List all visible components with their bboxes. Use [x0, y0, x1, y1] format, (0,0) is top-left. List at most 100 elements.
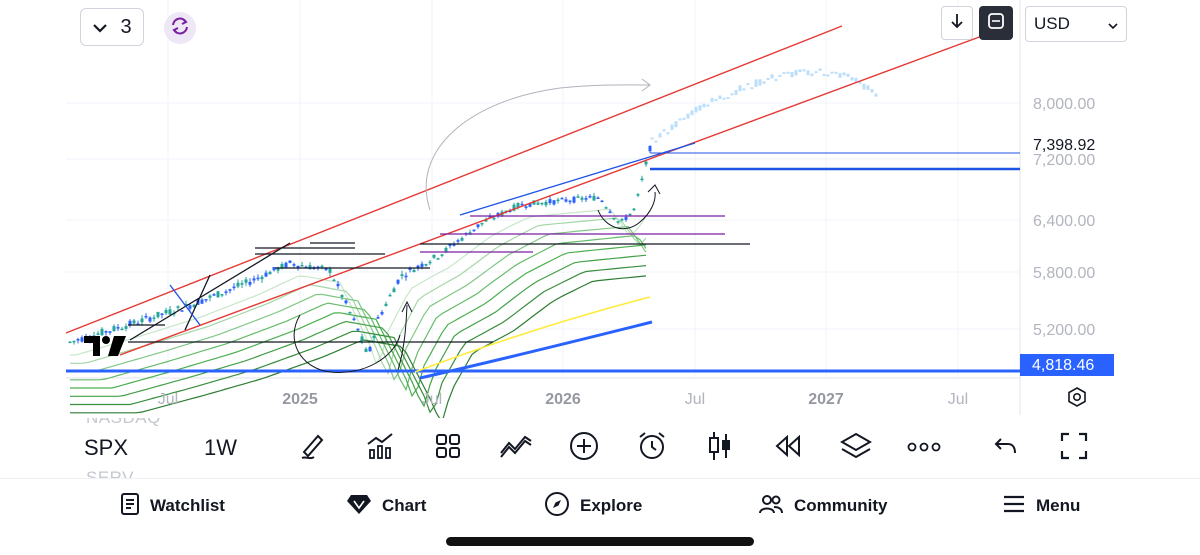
candle-body	[380, 312, 384, 315]
candle-body	[156, 311, 160, 318]
candle-body	[580, 197, 584, 200]
candle-body	[560, 197, 564, 200]
prev-symbol[interactable]: NASDAQ	[86, 418, 161, 428]
nav-watchlist[interactable]: Watchlist	[120, 491, 225, 521]
candle-body	[168, 309, 172, 315]
candle-body	[612, 217, 616, 220]
candle-body	[340, 294, 344, 298]
candle-body	[408, 268, 412, 271]
projection-candle	[794, 69, 798, 76]
compass-icon	[544, 491, 570, 522]
compare-button[interactable]	[498, 430, 534, 466]
symbol-name[interactable]: SPX	[84, 435, 128, 461]
list-icon	[120, 492, 140, 521]
chart-area[interactable]: 5,200.00 5,800.00 6,400.00 7,200.00 8,000.00…	[0, 0, 1200, 420]
candle-body	[424, 264, 428, 266]
nav-explore-label: Explore	[580, 496, 643, 515]
candle-body	[576, 196, 580, 198]
candle-body	[476, 224, 480, 228]
candle-body	[292, 264, 296, 266]
projection-candle	[742, 88, 746, 91]
price-tick-label: 7,200.00	[1033, 152, 1095, 169]
projection-candle	[862, 83, 866, 90]
arrow-down-icon	[950, 12, 964, 35]
nav-menu[interactable]: Menu	[1002, 491, 1080, 521]
candle-body	[392, 288, 396, 293]
chart-type-button[interactable]	[702, 430, 738, 466]
layouts-button[interactable]	[430, 430, 466, 466]
candle-body	[372, 335, 376, 339]
nav-chart[interactable]: Chart	[346, 491, 426, 521]
currency-select[interactable]: USD	[1025, 6, 1127, 42]
alert-button[interactable]	[634, 430, 670, 466]
candle-body	[428, 261, 432, 264]
diamond-icon	[346, 493, 372, 520]
nav-community[interactable]: Community	[758, 491, 888, 521]
projection-candle	[806, 70, 810, 76]
candle-body	[544, 201, 548, 206]
candle-body	[228, 289, 232, 291]
people-icon	[758, 493, 784, 520]
candle-body	[552, 200, 556, 205]
candle-body	[572, 196, 576, 203]
nav-watchlist-label: Watchlist	[150, 496, 225, 515]
layouts-icon	[433, 431, 463, 466]
layer-selector[interactable]: 3	[80, 8, 144, 46]
candle-body	[624, 216, 628, 220]
object-tree-button[interactable]	[838, 430, 874, 466]
sync-button[interactable]	[164, 12, 196, 44]
next-symbol[interactable]: SERV	[86, 468, 134, 478]
candle-body	[556, 199, 560, 202]
compare-icon	[499, 431, 533, 466]
alarm-clock-icon	[636, 430, 668, 467]
candle-body	[252, 278, 256, 281]
scroll-to-latest-button[interactable]	[941, 6, 973, 40]
candle-body	[144, 315, 148, 318]
last-price-label: 7,398.92	[1033, 137, 1095, 154]
projection-candle	[662, 129, 666, 132]
projection-candle	[850, 77, 854, 81]
candle-body	[472, 229, 476, 232]
candle-body	[388, 294, 392, 297]
sync-icon	[169, 15, 191, 42]
nav-community-label: Community	[794, 496, 888, 515]
projection-candle	[694, 106, 698, 113]
candle-body	[320, 265, 324, 268]
candle-body	[264, 272, 268, 277]
price-tick-label: 8,000.00	[1033, 96, 1095, 113]
draw-button[interactable]	[294, 430, 330, 466]
projection-candle	[666, 132, 670, 135]
price-tick-label: 5,200.00	[1033, 322, 1095, 339]
candle-body	[448, 244, 452, 246]
candle-body	[492, 217, 496, 220]
price-chart[interactable]: 5,200.00 5,800.00 6,400.00 7,200.00 8,000.00…	[0, 0, 1200, 420]
projection-candle	[746, 83, 750, 86]
indicators-button[interactable]	[362, 430, 398, 466]
undo-button[interactable]	[988, 430, 1024, 466]
projection-candle	[674, 121, 678, 128]
candle-body	[548, 199, 552, 204]
candle-body	[116, 327, 120, 329]
add-button[interactable]	[566, 430, 602, 466]
candle-body	[608, 211, 612, 213]
nav-explore[interactable]: Explore	[544, 491, 642, 521]
projection-candle	[678, 118, 682, 121]
candle-body	[368, 346, 372, 352]
projection-candle	[830, 71, 834, 74]
replay-button[interactable]	[770, 430, 806, 466]
add-icon	[568, 430, 600, 467]
candle-body	[604, 207, 608, 209]
candle-body	[536, 202, 540, 205]
candle-body	[648, 145, 652, 152]
candle-body	[376, 317, 380, 319]
candle-body	[444, 247, 448, 252]
projection-candle	[838, 73, 842, 78]
fullscreen-button[interactable]	[1056, 430, 1092, 466]
chart-settings-button[interactable]	[1062, 384, 1092, 414]
more-button[interactable]	[906, 430, 942, 466]
projection-candle	[846, 73, 850, 77]
auto-scale-button[interactable]	[979, 6, 1013, 40]
timeframe-button[interactable]: 1W	[204, 435, 237, 461]
fullscreen-icon	[1059, 431, 1089, 466]
candle-body	[592, 195, 596, 201]
